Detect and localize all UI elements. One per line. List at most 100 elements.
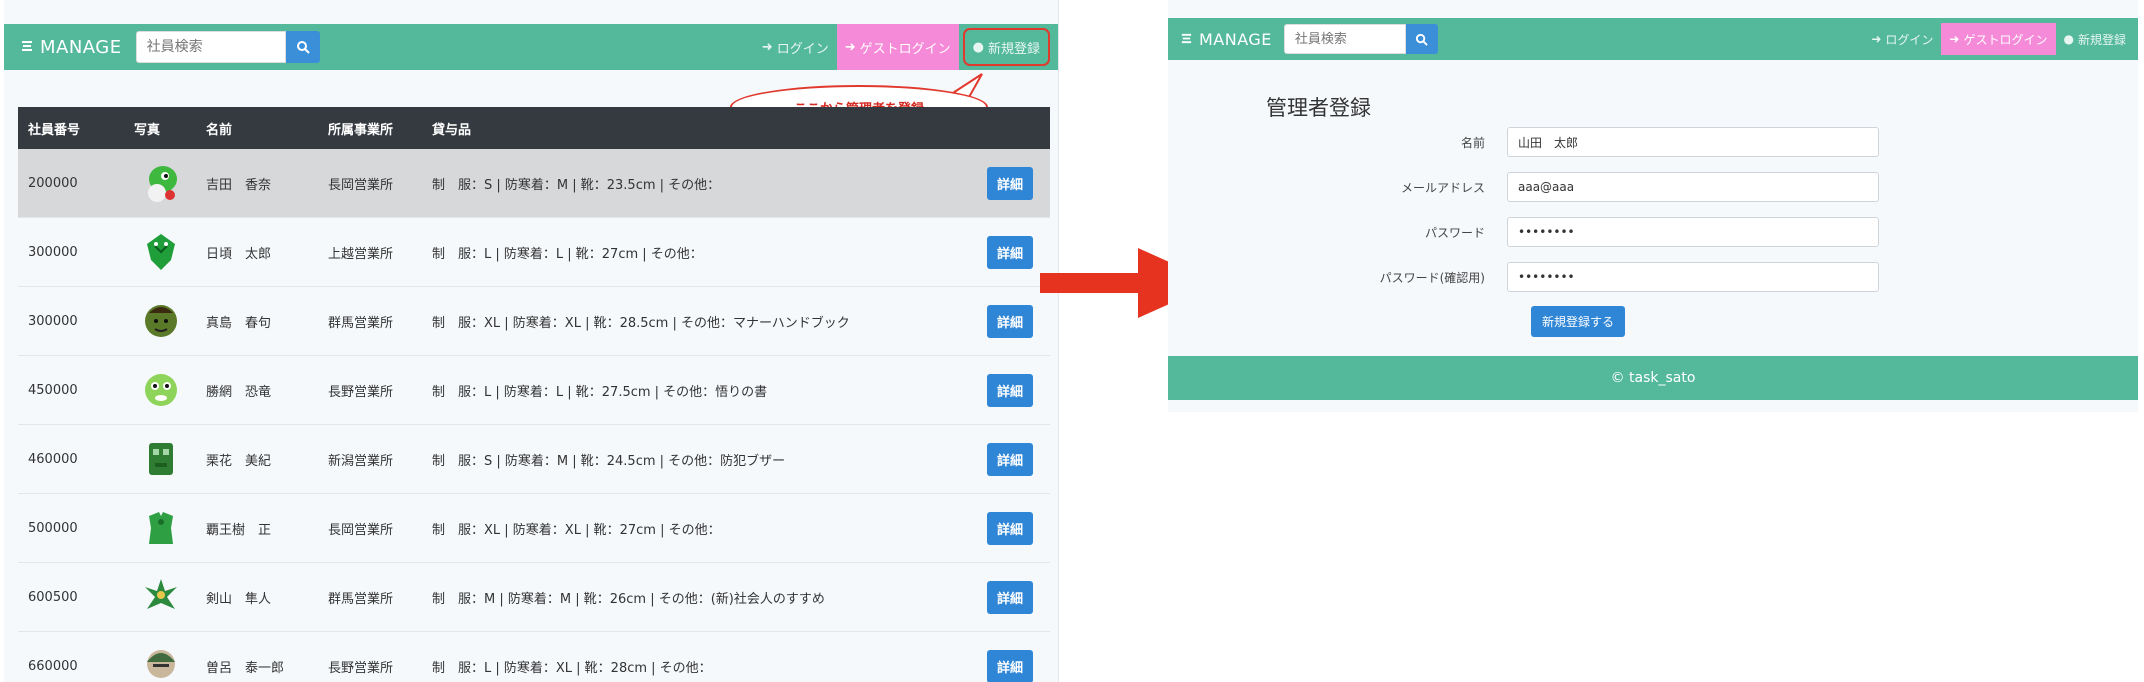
table-row: 450000 勝網 恐竜 長野営業所 制 服：L | 防寒着：L | 靴：27.… bbox=[18, 356, 1050, 425]
login-icon: ➜ bbox=[1949, 32, 1960, 46]
nav-links: ➜ ログイン ➜ ゲストログイン ● 新規登録 bbox=[754, 24, 1050, 70]
brand-link[interactable]: MANAGE bbox=[20, 37, 122, 58]
search-input[interactable] bbox=[135, 31, 286, 63]
employee-items: 制 服：L | 防寒着：L | 靴：27cm | その他： bbox=[432, 246, 703, 262]
user-plus-icon: ● bbox=[2063, 32, 2074, 46]
employee-office: 群馬営業所 bbox=[328, 591, 394, 607]
employee-name: 覇王樹 正 bbox=[206, 522, 272, 538]
employee-name: 日頃 太郎 bbox=[206, 246, 272, 262]
email-field[interactable]: aaa@aaa bbox=[1507, 172, 1879, 202]
submit-button[interactable]: 新規登録する bbox=[1531, 306, 1626, 337]
login-icon: ➜ bbox=[1871, 32, 1882, 46]
guest-login-label: ゲストログイン bbox=[1963, 32, 2048, 47]
register-label: 新規登録 bbox=[2077, 32, 2126, 47]
detail-button[interactable]: 詳細 bbox=[986, 442, 1033, 476]
guest-login-button[interactable]: ➜ ゲストログイン bbox=[836, 24, 959, 70]
search-form bbox=[135, 31, 320, 63]
footer-text: © task_sato bbox=[1610, 370, 1696, 386]
register-link[interactable]: ● 新規登録 bbox=[2056, 18, 2135, 60]
password-confirm-row: パスワード(確認用) •••••••• bbox=[1168, 261, 2138, 293]
brand-icon bbox=[1180, 30, 1193, 49]
employee-name: 栗花 美紀 bbox=[206, 453, 272, 469]
navbar: MANAGE ➜ ログイン ➜ ゲストログイン ● 新規登録 bbox=[1168, 18, 2138, 60]
employee-id: 450000 bbox=[28, 382, 78, 398]
login-label: ログイン bbox=[1885, 32, 1934, 47]
nav-links: ➜ ログイン ➜ ゲストログイン ● 新規登録 bbox=[1863, 18, 2134, 60]
name-label: 名前 bbox=[1460, 135, 1485, 150]
header-employee-id: 社員番号 bbox=[28, 122, 81, 138]
employee-photo bbox=[120, 506, 202, 550]
header-name: 名前 bbox=[206, 122, 233, 138]
detail-button[interactable]: 詳細 bbox=[986, 235, 1033, 269]
employee-photo bbox=[120, 299, 202, 343]
detail-button[interactable]: 詳細 bbox=[986, 166, 1033, 200]
search-button[interactable] bbox=[285, 31, 320, 63]
employee-photo bbox=[120, 575, 202, 619]
password-confirm-label: パスワード(確認用) bbox=[1379, 270, 1485, 285]
header-photo: 写真 bbox=[134, 122, 161, 138]
login-link[interactable]: ➜ ログイン bbox=[1863, 18, 1941, 60]
employee-name: 勝網 恐竜 bbox=[206, 384, 272, 400]
employee-list-screenshot: MANAGE ➜ ログイン ➜ ゲストログイン ● 新規登録 ここ bbox=[4, 0, 1059, 682]
search-input[interactable] bbox=[1283, 24, 1406, 54]
employee-id: 300000 bbox=[28, 244, 78, 260]
table-row: 460000 栗花 美紀 新潟営業所 制 服：S | 防寒着：M | 靴：24.… bbox=[18, 425, 1050, 494]
employee-id: 500000 bbox=[28, 520, 78, 536]
employee-id: 300000 bbox=[28, 313, 78, 329]
login-link[interactable]: ➜ ログイン bbox=[754, 24, 837, 70]
email-row: メールアドレス aaa@aaa bbox=[1168, 171, 2138, 203]
login-icon: ➜ bbox=[844, 39, 856, 55]
employee-id: 660000 bbox=[28, 658, 78, 674]
guest-login-button[interactable]: ➜ ゲストログイン bbox=[1941, 23, 2056, 55]
search-button[interactable] bbox=[1405, 24, 1438, 54]
page-title: 管理者登録 bbox=[1266, 96, 1371, 120]
employee-photo bbox=[120, 644, 202, 682]
header-office: 所属事業所 bbox=[328, 122, 394, 138]
password-label: パスワード bbox=[1424, 225, 1485, 240]
register-link[interactable]: ● 新規登録 bbox=[962, 28, 1050, 66]
header-items: 貸与品 bbox=[432, 122, 472, 138]
employee-items: 制 服：M | 防寒着：M | 靴：26cm | その他：(新)社会人のすすめ bbox=[432, 591, 825, 607]
table-row: 300000 真島 春句 群馬営業所 制 服：XL | 防寒着：XL | 靴：2… bbox=[18, 287, 1050, 356]
table-row: 660000 曽呂 泰一郎 長野営業所 制 服：L | 防寒着：XL | 靴：2… bbox=[18, 632, 1050, 682]
detail-button[interactable]: 詳細 bbox=[986, 649, 1033, 682]
user-plus-icon: ● bbox=[972, 39, 984, 55]
password-field[interactable]: •••••••• bbox=[1507, 217, 1879, 247]
employee-office: 上越営業所 bbox=[328, 246, 394, 262]
employee-photo bbox=[120, 368, 202, 412]
brand-link[interactable]: MANAGE bbox=[1180, 30, 1272, 49]
password-confirm-field[interactable]: •••••••• bbox=[1507, 262, 1879, 292]
employee-photo bbox=[120, 230, 202, 274]
login-label: ログイン bbox=[776, 41, 829, 57]
employee-table: 社員番号 写真 名前 所属事業所 貸与品 200000 吉田 香奈 長岡営業所 … bbox=[18, 107, 1050, 682]
employee-items: 制 服：L | 防寒着：XL | 靴：28cm | その他： bbox=[432, 660, 712, 676]
table-row: 500000 覇王樹 正 長岡営業所 制 服：XL | 防寒着：XL | 靴：2… bbox=[18, 494, 1050, 563]
detail-button[interactable]: 詳細 bbox=[986, 304, 1033, 338]
employee-id: 600500 bbox=[28, 589, 78, 605]
brand-label: MANAGE bbox=[1199, 29, 1272, 49]
employee-items: 制 服：S | 防寒着：M | 靴：23.5cm | その他： bbox=[432, 177, 721, 193]
detail-button[interactable]: 詳細 bbox=[986, 511, 1033, 545]
search-icon bbox=[296, 41, 310, 54]
search-icon bbox=[1416, 33, 1429, 46]
name-field[interactable]: 山田 太郎 bbox=[1507, 127, 1879, 157]
employee-id: 200000 bbox=[28, 175, 78, 191]
employee-office: 長野営業所 bbox=[328, 384, 394, 400]
employee-name: 真島 春句 bbox=[206, 315, 272, 331]
employee-name: 曽呂 泰一郎 bbox=[206, 660, 285, 676]
table-header: 社員番号 写真 名前 所属事業所 貸与品 bbox=[18, 107, 1050, 149]
register-label: 新規登録 bbox=[987, 41, 1040, 57]
detail-button[interactable]: 詳細 bbox=[986, 580, 1033, 614]
search-form bbox=[1283, 24, 1438, 54]
employee-office: 長野営業所 bbox=[328, 660, 394, 676]
employee-name: 吉田 香奈 bbox=[206, 177, 272, 193]
employee-office: 群馬営業所 bbox=[328, 315, 394, 331]
employee-office: 新潟営業所 bbox=[328, 453, 394, 469]
table-row: 200000 吉田 香奈 長岡営業所 制 服：S | 防寒着：M | 靴：23.… bbox=[18, 149, 1050, 218]
detail-button[interactable]: 詳細 bbox=[986, 373, 1033, 407]
employee-name: 剣山 隼人 bbox=[206, 591, 272, 607]
login-icon: ➜ bbox=[761, 39, 773, 55]
guest-login-label: ゲストログイン bbox=[859, 41, 951, 57]
table-row: 300000 日頃 太郎 上越営業所 制 服：L | 防寒着：L | 靴：27c… bbox=[18, 218, 1050, 287]
employee-items: 制 服：XL | 防寒着：XL | 靴：28.5cm | その他：マナーハンドブ… bbox=[432, 315, 850, 331]
